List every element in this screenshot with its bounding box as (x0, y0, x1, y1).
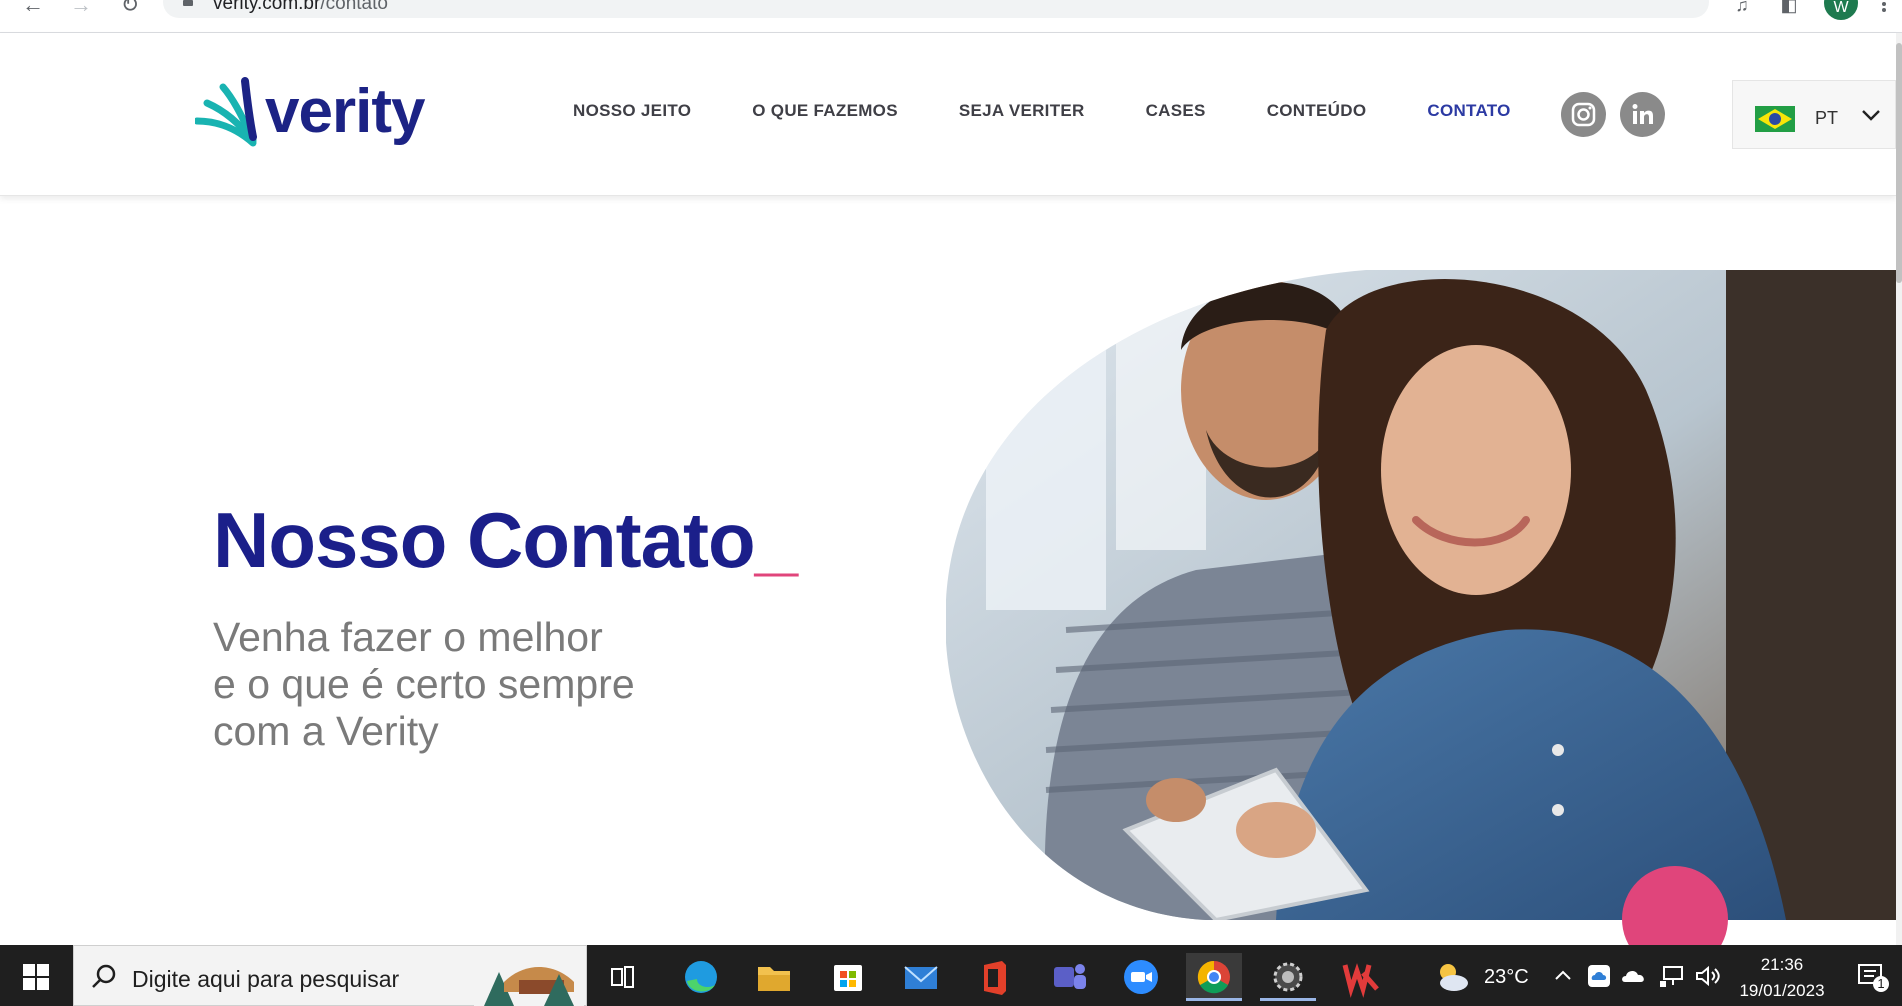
weather-temp[interactable]: 23°C (1484, 966, 1529, 989)
url-text[interactable]: verity.com.br/contato (213, 0, 388, 13)
edge-icon (685, 961, 717, 993)
zoom-icon (1124, 960, 1158, 994)
clock-date: 19/01/2023 (1739, 981, 1825, 1000)
star-icon[interactable]: ☆ (1673, 0, 1697, 2)
lock-icon (183, 0, 193, 6)
couple-looking-at-tablet-photo (946, 270, 1896, 920)
office-button[interactable] (966, 953, 1022, 1001)
sidepanel-icon[interactable]: ◧ (1777, 0, 1801, 16)
hero-subtitle-line: e o que é certo sempre (213, 661, 635, 707)
settings-gear-icon (1273, 962, 1303, 992)
zoom-button[interactable] (1113, 953, 1169, 1001)
taskbar-search-input[interactable]: Digite aqui para pesquisar (73, 945, 587, 1006)
url-path: /contato (320, 0, 388, 13)
settings-gear-button[interactable] (1260, 953, 1316, 1001)
scrollbar-thumb[interactable] (1896, 43, 1902, 283)
forward-arrow-icon[interactable]: → (66, 0, 96, 16)
partly-cloudy-icon (1440, 964, 1468, 991)
main-nav: NOSSO JEITO O QUE FAZEMOS SEJA VERITER C… (573, 101, 1572, 121)
nav-item-conteudo[interactable]: CONTEÚDO (1267, 101, 1367, 121)
chrome-button[interactable] (1186, 953, 1242, 1001)
microsoft-store-icon (834, 965, 862, 991)
wps-office-icon (1342, 963, 1379, 998)
address-bar[interactable]: verity.com.br/contato ↗ ☆ (163, 0, 1709, 18)
onedrive-sync-icon[interactable] (1586, 963, 1612, 989)
chevron-down-icon (1862, 110, 1880, 121)
profile-avatar[interactable]: W (1824, 0, 1858, 20)
notification-count: 1 (1877, 976, 1885, 991)
task-view-button[interactable] (594, 953, 650, 1001)
hero-subtitle-line: Venha fazer o melhor (213, 614, 603, 660)
nav-item-seja-veriter[interactable]: SEJA VERITER (959, 101, 1085, 121)
browser-toolbar: ← → ↻ verity.com.br/contato ↗ ☆ ♫ ◧ W (0, 0, 1902, 33)
task-view-icon (611, 966, 634, 988)
windows-start-icon[interactable] (22, 963, 50, 991)
page-title: Nosso Contato_ (213, 495, 798, 585)
nav-item-nosso-jeito[interactable]: NOSSO JEITO (573, 101, 691, 121)
reload-icon[interactable]: ↻ (115, 0, 145, 16)
page-title-text: Nosso Contato (213, 496, 756, 584)
teams-button[interactable] (1040, 953, 1096, 1001)
system-clock[interactable]: 21:36 19/01/2023 (1716, 952, 1848, 1004)
mail-button[interactable] (893, 953, 949, 1001)
linkedin-icon (1632, 104, 1653, 124)
mail-icon (904, 966, 938, 989)
title-cursor: _ (754, 496, 798, 584)
office-icon (984, 961, 1006, 995)
wps-office-button[interactable] (1333, 953, 1389, 1001)
search-placeholder: Digite aqui para pesquisar (132, 966, 400, 992)
kebab-menu-icon[interactable] (1880, 0, 1888, 16)
teams-icon (1054, 964, 1086, 989)
nav-item-cases[interactable]: CASES (1146, 101, 1206, 121)
instagram-button[interactable] (1561, 92, 1606, 137)
cloud-icon[interactable] (1620, 965, 1648, 987)
page-scrollbar[interactable] (1896, 33, 1902, 945)
instagram-icon (1571, 102, 1596, 127)
brazil-flag-icon (1755, 106, 1795, 132)
clock-time: 21:36 (1760, 955, 1804, 974)
back-arrow-icon[interactable]: ← (18, 0, 48, 16)
nav-item-contato[interactable]: CONTATO (1427, 101, 1510, 121)
verity-logo[interactable]: verity (195, 77, 425, 147)
file-explorer-button[interactable] (746, 953, 802, 1001)
microsoft-store-button[interactable] (820, 953, 876, 1001)
verity-leaf-icon (195, 77, 257, 147)
search-highlight-art-icon (474, 952, 584, 1006)
file-explorer-icon (758, 967, 790, 991)
network-icon[interactable] (1658, 963, 1686, 989)
linkedin-button[interactable] (1620, 92, 1665, 137)
hero-subtitle: Venha fazer o melhor e o que é certo sem… (213, 614, 635, 755)
media-icon[interactable]: ♫ (1730, 0, 1754, 16)
windows-taskbar: Digite aqui para pesquisar 23°C 21:36 19… (0, 945, 1902, 1006)
hero-subtitle-line: com a Verity (213, 708, 439, 754)
edge-button[interactable] (673, 953, 729, 1001)
language-selector[interactable]: PT (1732, 80, 1896, 149)
language-code: PT (1815, 108, 1839, 128)
chevron-up-icon[interactable] (1552, 965, 1574, 987)
nav-item-o-que-fazemos[interactable]: O QUE FAZEMOS (752, 101, 898, 121)
url-host: verity.com.br (213, 0, 321, 13)
share-icon[interactable]: ↗ (1629, 0, 1653, 2)
site-header: verity NOSSO JEITO O QUE FAZEMOS SEJA VE… (0, 33, 1896, 196)
search-icon (92, 964, 116, 988)
chrome-icon (1197, 960, 1230, 994)
logo-wordmark: verity (265, 77, 425, 146)
